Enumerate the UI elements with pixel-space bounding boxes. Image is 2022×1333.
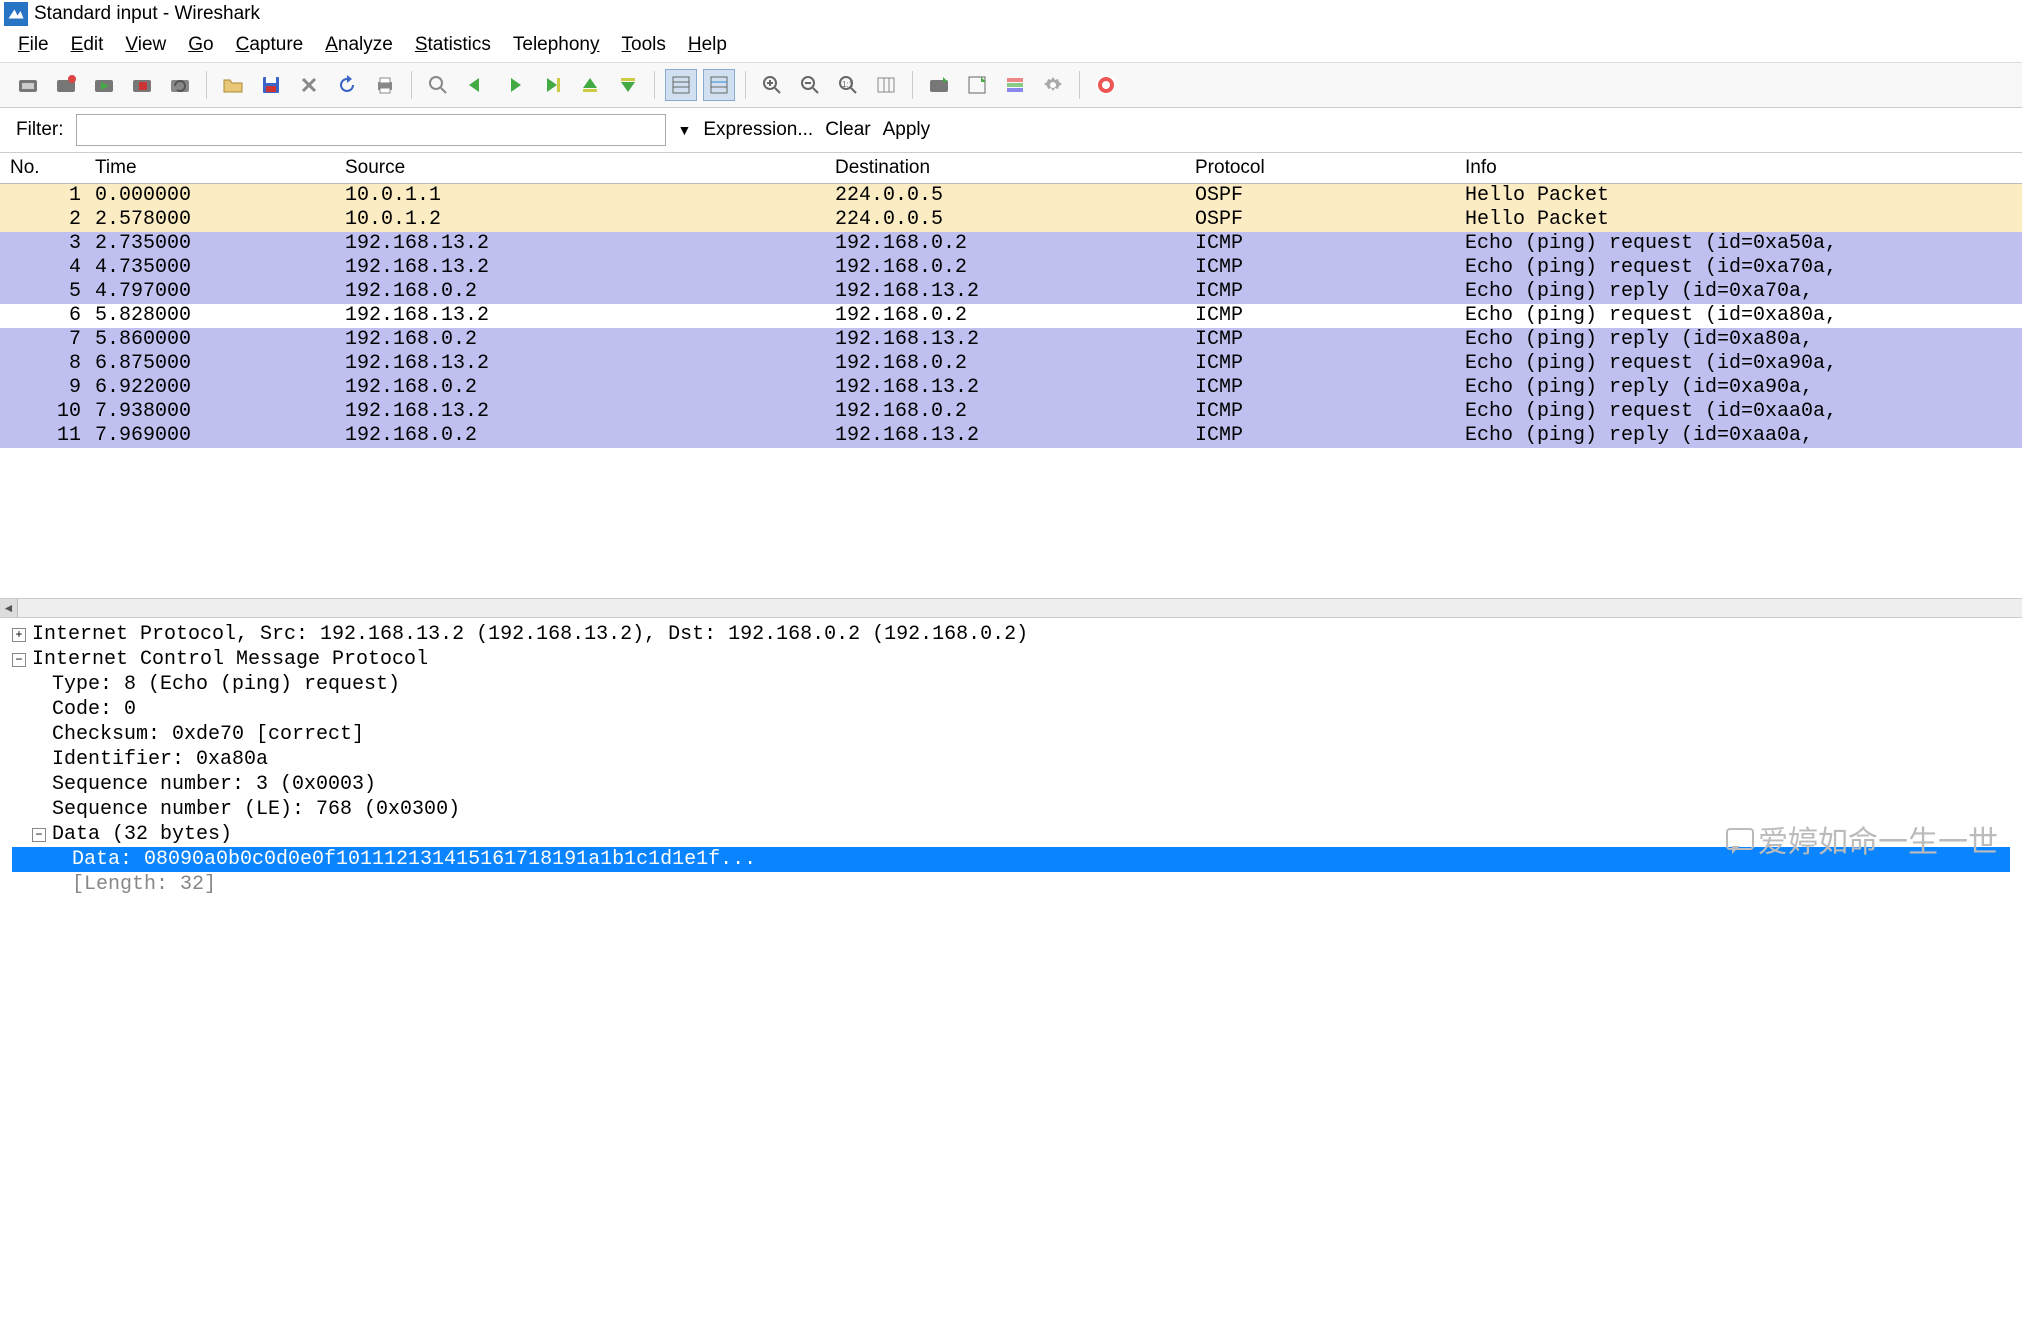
title-bar: Standard input - Wireshark bbox=[0, 0, 2022, 28]
packet-row[interactable]: 44.735000192.168.13.2192.168.0.2ICMPEcho… bbox=[0, 256, 2022, 280]
window-title: Standard input - Wireshark bbox=[34, 3, 260, 25]
column-info[interactable]: Info bbox=[1465, 157, 2022, 179]
main-toolbar: 1:1 bbox=[0, 63, 2022, 108]
menu-capture[interactable]: Capture bbox=[236, 34, 304, 56]
menu-tools[interactable]: Tools bbox=[622, 34, 666, 56]
go-first-icon[interactable] bbox=[574, 69, 606, 101]
expand-icon[interactable]: + bbox=[12, 628, 26, 642]
resize-columns-icon[interactable] bbox=[870, 69, 902, 101]
toolbar-separator bbox=[912, 71, 913, 99]
stop-capture-icon[interactable] bbox=[126, 69, 158, 101]
tree-data-value[interactable]: Data: 08090a0b0c0d0e0f101112131415161718… bbox=[12, 847, 2010, 872]
toolbar-separator bbox=[1079, 71, 1080, 99]
close-file-icon[interactable] bbox=[293, 69, 325, 101]
tree-icmp-checksum[interactable]: Checksum: 0xde70 [correct] bbox=[12, 722, 2010, 747]
horizontal-scrollbar[interactable]: ◄ bbox=[0, 598, 2022, 618]
app-logo-icon bbox=[4, 2, 28, 26]
tree-data[interactable]: −Data (32 bytes) bbox=[12, 822, 2010, 847]
help-icon[interactable] bbox=[1090, 69, 1122, 101]
coloring-rules-icon[interactable] bbox=[999, 69, 1031, 101]
collapse-icon[interactable]: − bbox=[32, 828, 46, 842]
tree-icmp-type[interactable]: Type: 8 (Echo (ping) request) bbox=[12, 672, 2010, 697]
svg-text:1:1: 1:1 bbox=[842, 80, 854, 89]
menu-edit[interactable]: Edit bbox=[71, 34, 104, 56]
packet-row[interactable]: 10.00000010.0.1.1224.0.0.5OSPFHello Pack… bbox=[0, 184, 2022, 208]
tree-icmp-identifier[interactable]: Identifier: 0xa80a bbox=[12, 747, 2010, 772]
packet-row[interactable]: 86.875000192.168.13.2192.168.0.2ICMPEcho… bbox=[0, 352, 2022, 376]
column-protocol[interactable]: Protocol bbox=[1195, 157, 1465, 179]
column-time[interactable]: Time bbox=[95, 157, 345, 179]
expression-button[interactable]: Expression... bbox=[703, 119, 813, 141]
packet-row[interactable]: 32.735000192.168.13.2192.168.0.2ICMPEcho… bbox=[0, 232, 2022, 256]
packet-list-header: No. Time Source Destination Protocol Inf… bbox=[0, 153, 2022, 184]
menu-file[interactable]: File bbox=[18, 34, 49, 56]
packet-row[interactable]: 65.828000192.168.13.2192.168.0.2ICMPEcho… bbox=[0, 304, 2022, 328]
go-back-icon[interactable] bbox=[460, 69, 492, 101]
packet-list[interactable]: 10.00000010.0.1.1224.0.0.5OSPFHello Pack… bbox=[0, 184, 2022, 448]
menu-help[interactable]: Help bbox=[688, 34, 727, 56]
toolbar-separator bbox=[206, 71, 207, 99]
restart-capture-icon[interactable] bbox=[164, 69, 196, 101]
filter-input[interactable] bbox=[76, 114, 666, 146]
zoom-out-icon[interactable] bbox=[794, 69, 826, 101]
packet-row[interactable]: 54.797000192.168.0.2192.168.13.2ICMPEcho… bbox=[0, 280, 2022, 304]
tree-ip[interactable]: +Internet Protocol, Src: 192.168.13.2 (1… bbox=[12, 622, 2010, 647]
auto-scroll-icon[interactable] bbox=[703, 69, 735, 101]
find-icon[interactable] bbox=[422, 69, 454, 101]
tree-icmp-seqle[interactable]: Sequence number (LE): 768 (0x0300) bbox=[12, 797, 2010, 822]
packet-row[interactable]: 96.922000192.168.0.2192.168.13.2ICMPEcho… bbox=[0, 376, 2022, 400]
packet-row[interactable]: 117.969000192.168.0.2192.168.13.2ICMPEch… bbox=[0, 424, 2022, 448]
save-file-icon[interactable] bbox=[255, 69, 287, 101]
menu-analyze[interactable]: Analyze bbox=[325, 34, 393, 56]
packet-row[interactable]: 22.57800010.0.1.2224.0.0.5OSPFHello Pack… bbox=[0, 208, 2022, 232]
packet-row[interactable]: 107.938000192.168.13.2192.168.0.2ICMPEch… bbox=[0, 400, 2022, 424]
packet-details-pane[interactable]: +Internet Protocol, Src: 192.168.13.2 (1… bbox=[0, 618, 2022, 901]
toolbar-separator bbox=[411, 71, 412, 99]
tree-icmp[interactable]: −Internet Control Message Protocol bbox=[12, 647, 2010, 672]
go-to-packet-icon[interactable] bbox=[536, 69, 568, 101]
column-no[interactable]: No. bbox=[0, 157, 95, 179]
tree-icmp-code[interactable]: Code: 0 bbox=[12, 697, 2010, 722]
tree-icmp-seq[interactable]: Sequence number: 3 (0x0003) bbox=[12, 772, 2010, 797]
clear-button[interactable]: Clear bbox=[825, 119, 870, 141]
filter-bar: Filter: ▼ Expression... Clear Apply bbox=[0, 108, 2022, 153]
column-destination[interactable]: Destination bbox=[835, 157, 1195, 179]
watermark: 爱婷如命一生一世 bbox=[1726, 817, 1998, 861]
toolbar-separator bbox=[745, 71, 746, 99]
wechat-icon bbox=[1726, 828, 1754, 850]
filter-dropdown-icon[interactable]: ▼ bbox=[678, 122, 692, 138]
start-capture-icon[interactable] bbox=[88, 69, 120, 101]
reload-icon[interactable] bbox=[331, 69, 363, 101]
menu-view[interactable]: View bbox=[125, 34, 166, 56]
capture-options-icon[interactable] bbox=[50, 69, 82, 101]
preferences-icon[interactable] bbox=[1037, 69, 1069, 101]
colorize-icon[interactable] bbox=[665, 69, 697, 101]
display-filters-icon[interactable] bbox=[961, 69, 993, 101]
menu-go[interactable]: Go bbox=[188, 34, 213, 56]
go-last-icon[interactable] bbox=[612, 69, 644, 101]
zoom-reset-icon[interactable]: 1:1 bbox=[832, 69, 864, 101]
open-file-icon[interactable] bbox=[217, 69, 249, 101]
zoom-in-icon[interactable] bbox=[756, 69, 788, 101]
interfaces-icon[interactable] bbox=[12, 69, 44, 101]
packet-row[interactable]: 75.860000192.168.0.2192.168.13.2ICMPEcho… bbox=[0, 328, 2022, 352]
capture-filters-icon[interactable] bbox=[923, 69, 955, 101]
apply-button[interactable]: Apply bbox=[883, 119, 931, 141]
filter-label: Filter: bbox=[16, 119, 64, 141]
toolbar-separator bbox=[654, 71, 655, 99]
print-icon[interactable] bbox=[369, 69, 401, 101]
tree-data-length[interactable]: [Length: 32] bbox=[12, 872, 2010, 897]
column-source[interactable]: Source bbox=[345, 157, 835, 179]
menu-bar: File Edit View Go Capture Analyze Statis… bbox=[0, 28, 2022, 63]
go-forward-icon[interactable] bbox=[498, 69, 530, 101]
menu-telephony[interactable]: Telephony bbox=[513, 34, 600, 56]
collapse-icon[interactable]: − bbox=[12, 653, 26, 667]
menu-statistics[interactable]: Statistics bbox=[415, 34, 491, 56]
